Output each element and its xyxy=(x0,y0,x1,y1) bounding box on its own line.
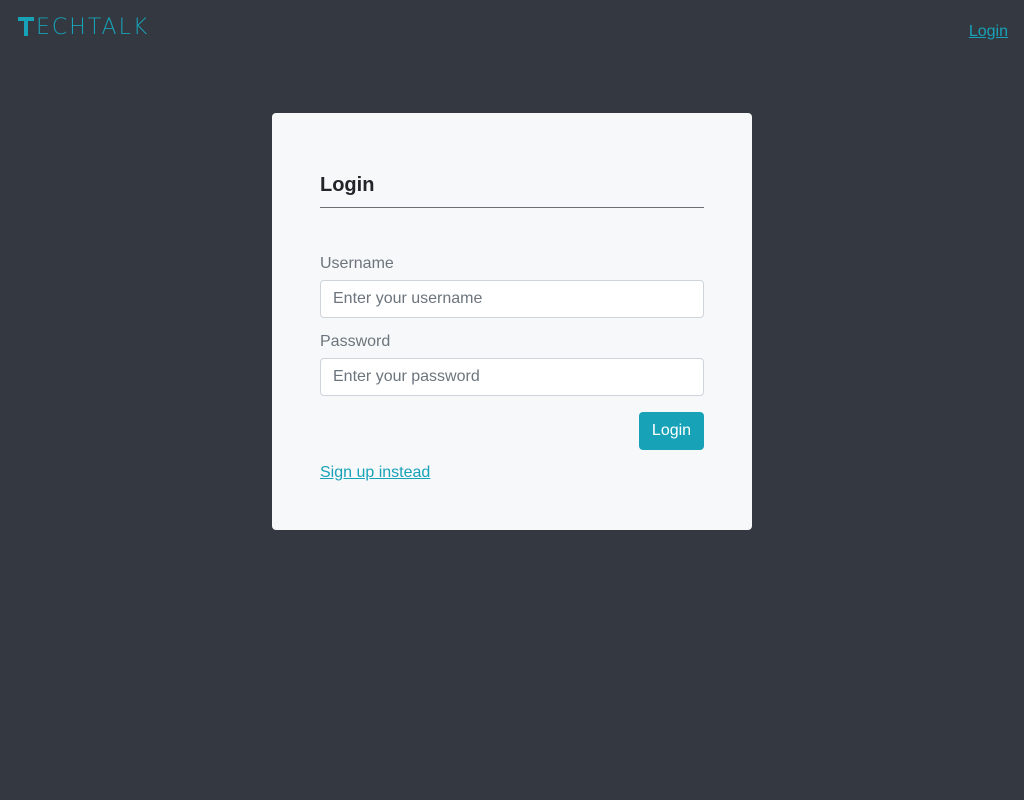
password-label: Password xyxy=(320,333,391,350)
card-title: Login xyxy=(320,174,375,196)
title-divider xyxy=(320,207,704,208)
top-navbar: ECHTALK Login xyxy=(0,0,1024,64)
signup-link[interactable]: Sign up instead xyxy=(320,464,430,482)
nav-login-link[interactable]: Login xyxy=(969,23,1008,41)
username-label: Username xyxy=(320,255,394,272)
password-input[interactable] xyxy=(320,358,704,396)
logo-t-glyph-icon xyxy=(18,17,34,37)
login-card: Login Username Password Login Sign up in… xyxy=(272,113,752,530)
username-input[interactable] xyxy=(320,280,704,318)
techtalk-logo[interactable]: ECHTALK xyxy=(18,17,149,39)
login-submit-button[interactable]: Login xyxy=(639,412,704,450)
logo-text: ECHTALK xyxy=(36,15,150,40)
